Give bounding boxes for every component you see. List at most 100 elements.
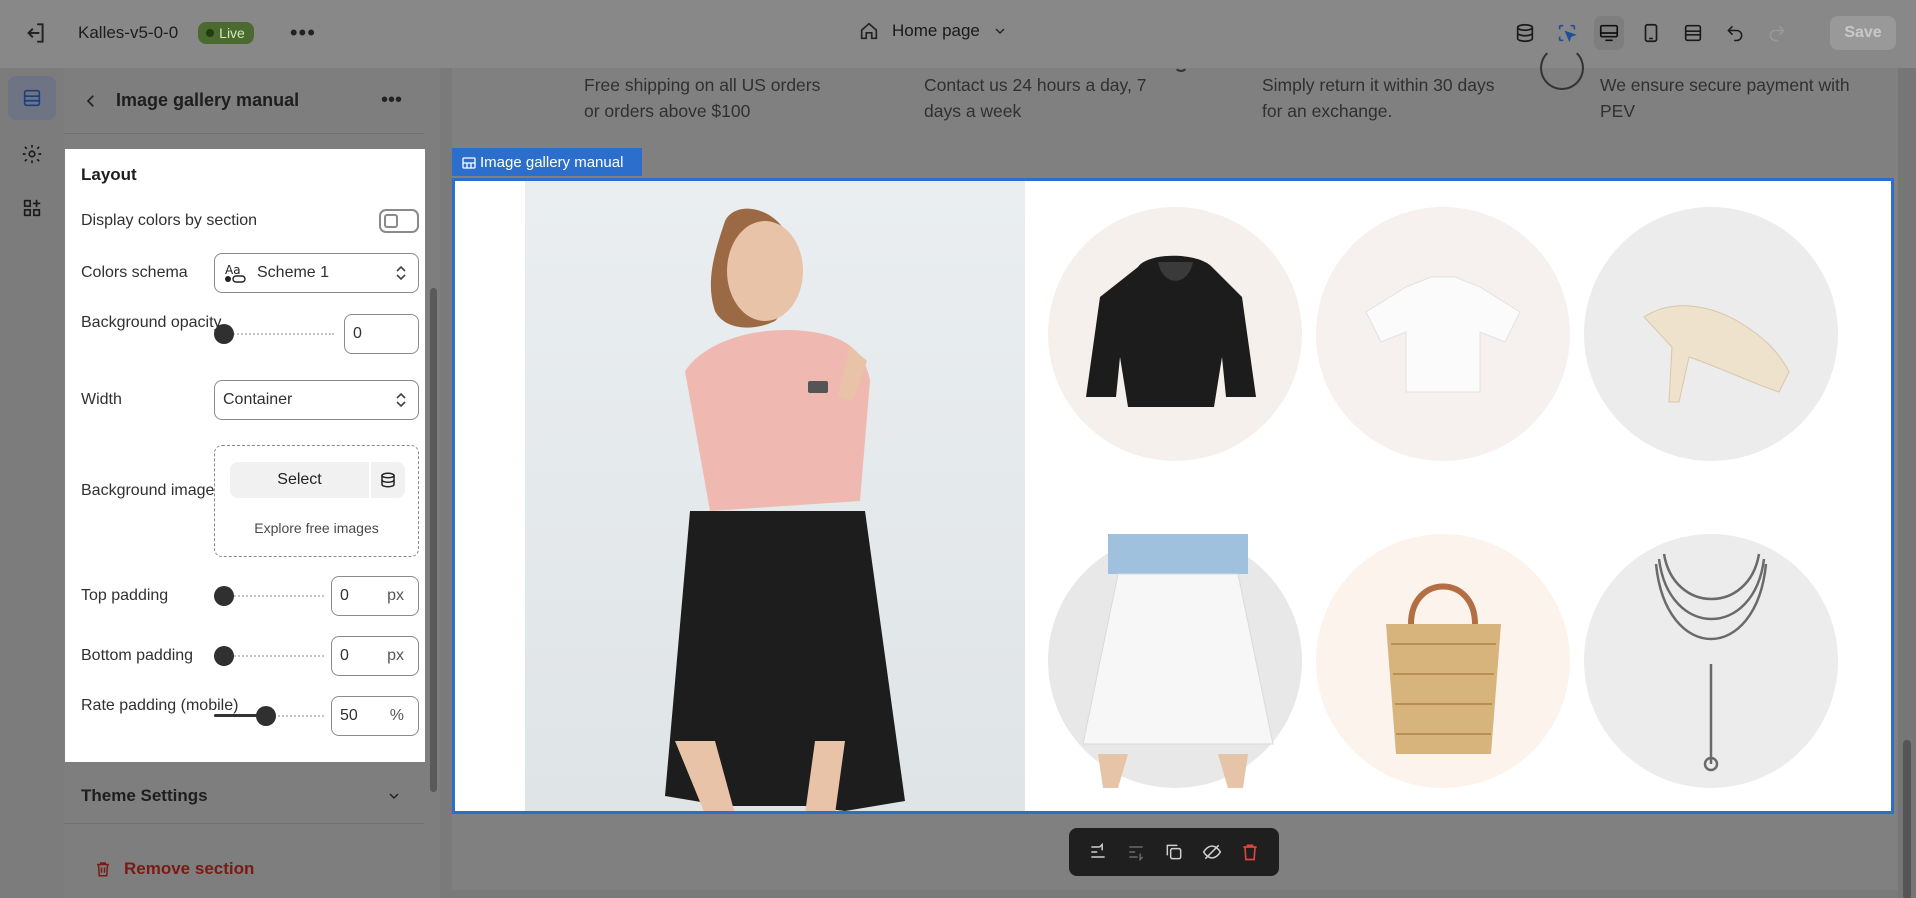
exit-icon[interactable] xyxy=(22,20,48,46)
top-padding-input[interactable]: 0 px xyxy=(331,576,419,616)
bg-image-label: Background image xyxy=(81,482,215,499)
product-image-necklace[interactable] xyxy=(1584,534,1838,788)
remove-section-button[interactable]: Remove section xyxy=(64,840,440,898)
theme-settings-nav-button[interactable] xyxy=(8,132,56,176)
home-icon xyxy=(858,20,880,42)
slider-thumb[interactable] xyxy=(214,586,234,606)
page-selector-label: Home page xyxy=(892,21,980,40)
feature-text: We ensure secure payment with PEV xyxy=(1600,75,1850,121)
back-arrow-icon[interactable] xyxy=(82,92,100,110)
theme-settings-label: Theme Settings xyxy=(81,785,208,805)
theme-actions-button[interactable]: ••• xyxy=(290,22,316,44)
chevron-down-icon xyxy=(992,23,1008,39)
image-library-button[interactable] xyxy=(371,462,405,498)
undo-icon xyxy=(1727,25,1743,42)
duplicate-icon[interactable] xyxy=(1164,842,1184,862)
theme-settings-accordion[interactable]: Theme Settings xyxy=(64,768,424,824)
colors-schema-select[interactable]: Aa Scheme 1 xyxy=(214,253,419,293)
rate-padding-slider[interactable] xyxy=(214,706,324,726)
app-embeds-button[interactable] xyxy=(1510,16,1540,50)
bottom-padding-label: Bottom padding xyxy=(81,647,194,664)
delete-icon[interactable] xyxy=(1240,842,1260,862)
desktop-view-button[interactable] xyxy=(1594,16,1624,50)
remove-section-label: Remove section xyxy=(124,859,255,878)
move-down-icon[interactable] xyxy=(1126,842,1146,862)
full-width-view-button[interactable] xyxy=(1678,16,1708,50)
image-gallery-section[interactable] xyxy=(452,178,1894,814)
top-padding-value: 0 xyxy=(340,587,349,604)
mobile-icon xyxy=(1644,23,1658,43)
slider-thumb[interactable] xyxy=(214,646,234,666)
explore-free-images-link[interactable]: Explore free images xyxy=(215,520,418,536)
bottom-padding-input[interactable]: 0 px xyxy=(331,636,419,676)
move-up-icon[interactable] xyxy=(1088,842,1108,862)
section-actions-button[interactable]: ••• xyxy=(381,89,402,112)
product-image-jacket[interactable] xyxy=(1048,207,1302,461)
mobile-view-button[interactable] xyxy=(1636,16,1666,50)
panel-title: Image gallery manual xyxy=(116,90,300,110)
feature-text: Contact us 24 hours a day, 7 days a week xyxy=(924,75,1147,121)
display-colors-label: Display colors by section xyxy=(81,212,258,229)
left-rail xyxy=(0,68,64,898)
product-image-tshirt[interactable] xyxy=(1316,207,1570,461)
inspector-button[interactable] xyxy=(1552,16,1582,50)
product-image-tote-bag[interactable] xyxy=(1316,534,1570,788)
section-tag[interactable]: Image gallery manual xyxy=(452,148,642,176)
display-colors-toggle[interactable] xyxy=(379,209,419,233)
bottom-padding-value: 0 xyxy=(340,647,349,664)
svg-text:Aa: Aa xyxy=(225,263,241,277)
desktop-icon xyxy=(1599,24,1619,42)
unit-label: px xyxy=(387,587,404,604)
product-image-skirt[interactable] xyxy=(1048,534,1302,788)
bg-opacity-label: Background opacity xyxy=(81,314,222,331)
sections-nav-button[interactable] xyxy=(8,76,56,120)
hide-icon[interactable] xyxy=(1202,842,1222,862)
support-icon xyxy=(1174,58,1188,72)
hero-model-image[interactable] xyxy=(525,181,1025,811)
theme-name: Kalles-v5-0-0 xyxy=(78,23,179,42)
panel-scrollbar[interactable] xyxy=(430,288,437,792)
status-dot xyxy=(206,29,215,37)
top-padding-slider[interactable] xyxy=(214,586,324,606)
database-icon xyxy=(381,472,395,488)
gear-icon xyxy=(22,144,42,164)
bg-image-picker: Select Explore free images xyxy=(214,445,419,557)
feature-text: Simply return it within 30 days for an e… xyxy=(1262,75,1495,121)
rate-padding-value: 50 xyxy=(340,707,358,724)
gallery-icon xyxy=(462,156,476,173)
status-badge-label: Live xyxy=(219,25,245,41)
save-button[interactable]: Save xyxy=(1830,16,1896,50)
redo-icon xyxy=(1769,25,1785,42)
apps-nav-button[interactable] xyxy=(8,186,56,230)
slider-thumb[interactable] xyxy=(256,706,276,726)
page-selector[interactable]: Home page xyxy=(858,20,1008,42)
settings-panel: Image gallery manual ••• Layout Display … xyxy=(64,68,440,898)
apps-icon xyxy=(23,199,41,217)
undo-button[interactable] xyxy=(1720,16,1750,50)
bg-opacity-input[interactable]: 0 xyxy=(344,314,419,354)
sections-icon xyxy=(23,89,41,107)
preview-scrollbar[interactable] xyxy=(1898,68,1916,898)
unit-label: px xyxy=(387,647,404,664)
section-toolbar xyxy=(1069,828,1279,876)
select-cursor-icon xyxy=(1558,24,1577,43)
status-badge: Live xyxy=(198,22,254,44)
rate-padding-input[interactable]: 50% xyxy=(331,696,419,736)
colors-schema-label: Colors schema xyxy=(81,264,188,281)
bg-opacity-slider[interactable] xyxy=(214,324,334,344)
color-scheme-icon: Aa xyxy=(223,262,247,284)
bg-opacity-value: 0 xyxy=(353,325,362,342)
scrollbar-thumb[interactable] xyxy=(1903,740,1911,898)
toggle-knob xyxy=(384,214,398,228)
product-image-heels[interactable] xyxy=(1584,207,1838,461)
width-label: Width xyxy=(81,391,122,408)
expand-icon xyxy=(1684,24,1702,42)
slider-thumb[interactable] xyxy=(214,324,234,344)
trash-icon xyxy=(94,860,112,878)
slider-fill xyxy=(214,714,259,717)
select-caret-icon xyxy=(394,391,408,409)
select-image-button[interactable]: Select xyxy=(230,462,369,498)
bottom-padding-slider[interactable] xyxy=(214,646,324,666)
width-select[interactable]: Container xyxy=(214,380,419,420)
redo-button[interactable] xyxy=(1762,16,1792,50)
